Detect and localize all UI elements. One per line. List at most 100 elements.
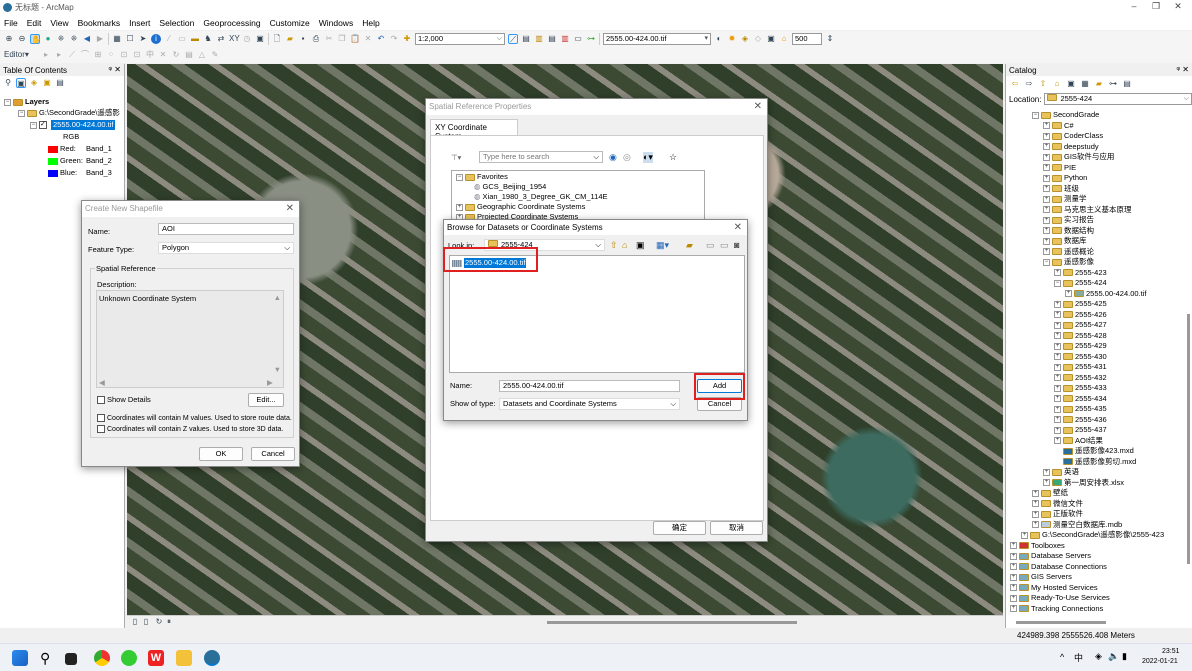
list-icon[interactable]: ▭	[706, 240, 715, 251]
catalog-tree-item[interactable]: + AOI结果	[1054, 436, 1103, 446]
arctoolbox-icon[interactable]: ▥	[560, 34, 570, 44]
catalog-tree-item[interactable]: + G:\SecondGrade\遥感影像\2555-423	[1021, 530, 1164, 540]
clock-date[interactable]: 2022-01-21	[1142, 658, 1178, 665]
expand-icon[interactable]: +	[1032, 489, 1039, 497]
wechat-icon[interactable]	[121, 650, 137, 666]
zoom-in-icon[interactable]: ⊕	[4, 34, 14, 44]
catalog-tree-item[interactable]: + 英语	[1043, 467, 1079, 477]
pan-icon[interactable]: ✋	[30, 34, 41, 44]
add-data-icon[interactable]: ✚	[402, 34, 412, 44]
reshape-icon[interactable]: ⊡	[132, 50, 142, 60]
catalog-tree-item[interactable]: + 微信文件	[1032, 499, 1083, 509]
m-values-checkbox[interactable]: Coordinates will contain M values. Used …	[97, 414, 292, 422]
list-by-drawing-order-icon[interactable]: ⚲	[3, 78, 13, 88]
catalog-options-icon[interactable]: ▤	[1122, 79, 1132, 89]
add-coordinate-system-icon[interactable]: ◐▾	[643, 152, 653, 163]
catalog-tree-item[interactable]: + My Hosted Services	[1010, 583, 1098, 593]
catalog-home-icon[interactable]: ⌂	[1052, 79, 1062, 89]
catalog-tree-item[interactable]: + 马克思主义基本原理	[1043, 205, 1132, 215]
crs-item[interactable]: ◍ Xian_1980_3_Degree_GK_CM_114E	[474, 192, 608, 202]
catalog-tree-item[interactable]: +2555-430	[1054, 352, 1107, 362]
scroll-right-icon[interactable]: ▶	[267, 378, 273, 387]
catalog-tree-item[interactable]: + 班级	[1043, 184, 1079, 194]
find-route-icon[interactable]: ⇄	[216, 34, 226, 44]
expand-icon[interactable]: +	[1043, 195, 1050, 203]
catalog-tree-item[interactable]: + 实习报告	[1043, 215, 1094, 225]
catalog-up-icon[interactable]: ⇧	[1038, 79, 1048, 89]
menu-edit[interactable]: Edit	[27, 18, 42, 28]
rotate-icon[interactable]: ↻	[171, 50, 181, 60]
close-button[interactable]: ✕	[1168, 1, 1188, 12]
transparency-icon[interactable]: ◈	[740, 34, 750, 44]
catalog-tree-item[interactable]: + 数据结构	[1043, 226, 1094, 236]
expand-icon[interactable]: +	[1032, 500, 1039, 507]
catalog-tree-item[interactable]: +2555-431	[1054, 362, 1107, 372]
create-features-icon[interactable]: ✎	[210, 50, 220, 60]
contrast-icon[interactable]: ◐	[714, 34, 724, 44]
find-icon[interactable]: ♞	[203, 34, 213, 44]
catalog-new-folder-icon[interactable]: ▰	[1094, 79, 1104, 89]
description-box[interactable]: Unknown Coordinate System ▲ ▼ ◀ ▶	[96, 290, 284, 388]
expand-icon[interactable]: +	[1043, 227, 1050, 234]
save-icon[interactable]: ▪	[298, 34, 308, 44]
layer-visibility-checkbox[interactable]: ✓	[39, 121, 47, 129]
clock-time[interactable]: 23:51	[1162, 648, 1180, 655]
identify-icon[interactable]: i	[151, 34, 161, 44]
expand-icon[interactable]: +	[1054, 363, 1061, 371]
split-icon[interactable]: ✕	[158, 50, 168, 60]
add-to-favorites-icon[interactable]: ☆	[669, 152, 677, 163]
editor-menu-button[interactable]: Editor▾	[4, 50, 38, 60]
expand-icon[interactable]: +	[1032, 521, 1039, 528]
catalog-tree-item[interactable]: +2555-425	[1054, 299, 1107, 309]
expand-icon[interactable]: +	[1065, 290, 1072, 297]
catalog-tree-item[interactable]: + 第一周安排表.xlsx	[1043, 478, 1124, 488]
sketch-properties-icon[interactable]: △	[197, 50, 207, 60]
layout-view-icon[interactable]: ▯	[141, 617, 151, 627]
expand-icon[interactable]: +	[1021, 531, 1028, 539]
cancel-button[interactable]: Cancel	[251, 447, 295, 461]
shapefile-name-input[interactable]: AOI	[158, 223, 294, 235]
layer-combo[interactable]: 2555.00-424.00.tif ▾	[603, 33, 711, 45]
catalog-tree-icon[interactable]: ⊶	[1108, 79, 1118, 89]
expand-icon[interactable]: +	[1043, 468, 1050, 476]
spin-icon[interactable]: ⇕	[825, 34, 835, 44]
catalog-tree-item[interactable]: +2555.00-424.00.tif	[1065, 289, 1146, 299]
paste-icon[interactable]: 📋	[350, 34, 360, 44]
expand-icon[interactable]: +	[1054, 374, 1061, 381]
crs-geographic-node[interactable]: + Geographic Coordinate Systems	[456, 202, 585, 212]
ime-indicator[interactable]: 中	[1074, 651, 1083, 664]
task-view-icon[interactable]	[65, 653, 77, 665]
expand-icon[interactable]: +	[1010, 563, 1017, 570]
catalog-views-icon[interactable]: ▦	[1080, 79, 1090, 89]
search-icon[interactable]: ◉	[609, 152, 617, 163]
expand-icon[interactable]: +	[1032, 510, 1039, 518]
filter-icon[interactable]: ⊤▾	[451, 153, 461, 162]
expand-icon[interactable]: +	[1043, 216, 1050, 224]
z-values-checkbox[interactable]: Coordinates will contain Z values. Used …	[97, 425, 283, 433]
search-window-icon[interactable]: ▤	[547, 34, 557, 44]
hyperlink-icon[interactable]: ⁄	[164, 34, 174, 44]
map-horizontal-scrollbar[interactable]	[547, 621, 797, 624]
clear-search-icon[interactable]: ◎	[623, 152, 631, 163]
catalog-tree-item[interactable]: + 数据库	[1043, 236, 1087, 246]
expand-icon[interactable]: +	[1054, 426, 1061, 434]
catalog-tree-item[interactable]: + Database Servers	[1010, 551, 1091, 561]
catalog-scrollbar[interactable]	[1187, 314, 1190, 564]
brightness-icon[interactable]: ✹	[727, 34, 737, 44]
create-viewer-icon[interactable]: ▣	[255, 34, 265, 44]
ok-button[interactable]: 确定	[653, 521, 706, 535]
location-combo[interactable]: 2555-424 ⌵	[1044, 93, 1192, 105]
catalog-tree-item[interactable]: +2555-429	[1054, 341, 1107, 351]
catalog-tree-item[interactable]: +2555-435	[1054, 404, 1107, 414]
select-elements-icon[interactable]: ➤	[138, 34, 148, 44]
pause-drawing-icon[interactable]: ⏸	[164, 617, 174, 627]
expand-icon[interactable]: +	[1054, 353, 1061, 360]
catalog-tree-item[interactable]: + 测量空白数据库.mdb	[1032, 520, 1122, 530]
trace-icon[interactable]: ⊞	[93, 50, 103, 60]
toc-group-node[interactable]: − G:\SecondGrade\遥感影	[18, 108, 120, 118]
expand-icon[interactable]: +	[1043, 174, 1050, 182]
catalog-tree-item[interactable]: +2555-432	[1054, 373, 1107, 383]
catalog-tree-item[interactable]: +2555-436	[1054, 415, 1107, 425]
catalog-tree-item[interactable]: + PIE	[1043, 163, 1076, 173]
expand-icon[interactable]: +	[1054, 384, 1061, 392]
